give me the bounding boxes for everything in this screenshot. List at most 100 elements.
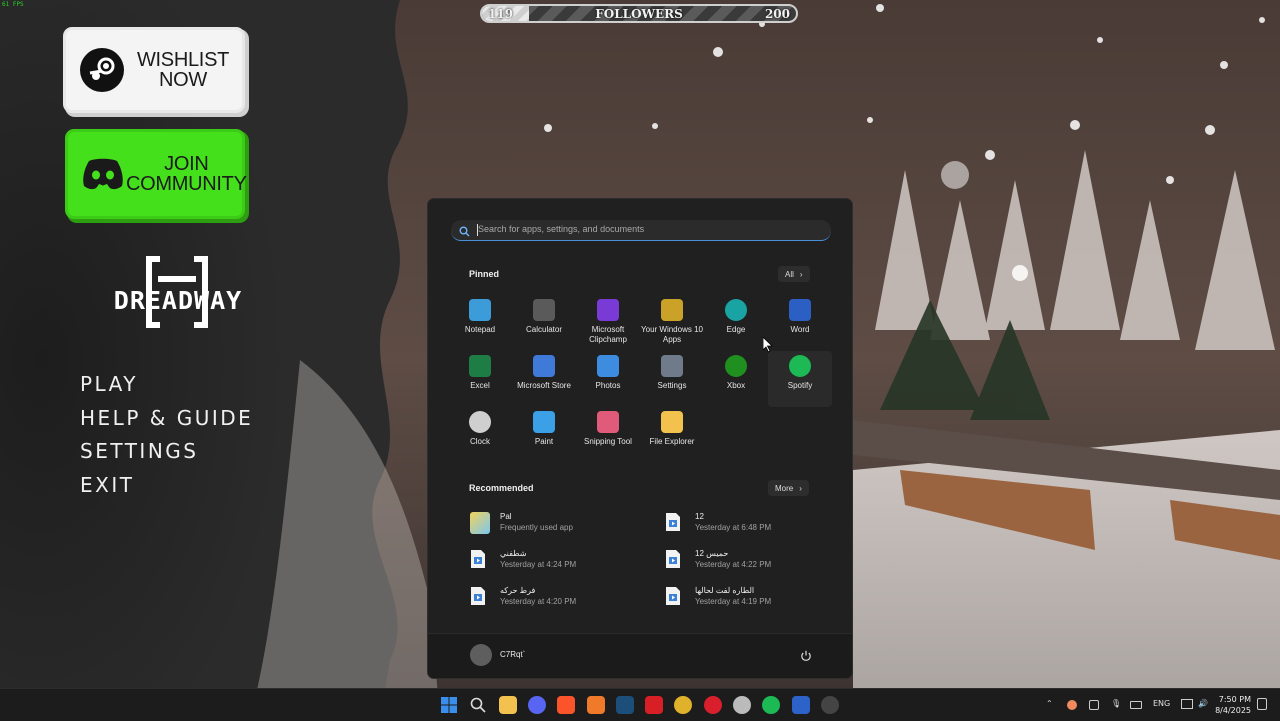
recommended-name: Pal	[500, 512, 512, 521]
all-apps-button[interactable]: All ›	[778, 266, 810, 282]
pinned-app-label: Settings	[657, 381, 687, 390]
more-button[interactable]: More ›	[768, 480, 809, 496]
pinned-app-clock[interactable]: Clock	[448, 407, 512, 463]
menu-settings[interactable]: SETTINGS	[80, 439, 253, 473]
pinned-app-paint[interactable]: Paint	[512, 407, 576, 463]
user-name[interactable]: C7Rqt`	[500, 650, 525, 659]
recommended-name: 12	[695, 512, 704, 521]
pinned-app-edge[interactable]: Edge	[704, 295, 768, 351]
pinned-app-excel[interactable]: Excel	[448, 351, 512, 407]
volume-icon[interactable]: 🔊	[1198, 699, 1208, 708]
pinned-app-snipping-tool[interactable]: Snipping Tool	[576, 407, 640, 463]
video-file-icon	[470, 549, 490, 571]
start-menu: Search for apps, settings, and documents…	[427, 198, 853, 679]
clock-time: 7:50 PM	[1218, 695, 1251, 704]
notepad-icon	[469, 299, 491, 321]
video-file-icon	[665, 586, 685, 608]
keyboard-icon[interactable]	[1130, 701, 1142, 709]
recommended-item[interactable]: حميس 12 Yesterday at 4:22 PM	[665, 547, 845, 573]
recommended-item[interactable]: الطاره لفت لحالها Yesterday at 4:19 PM	[665, 584, 845, 610]
game-icon[interactable]	[820, 696, 839, 714]
store-icon	[533, 355, 555, 377]
app-a-icon[interactable]	[586, 696, 605, 714]
taskbar-clock[interactable]: 7:50 PM 8/4/2025	[1215, 694, 1251, 716]
pinned-app-settings[interactable]: Settings	[640, 351, 704, 407]
pinned-app-your-windows-10-apps[interactable]: Your Windows 10 Apps	[640, 295, 704, 351]
clock-icon	[469, 411, 491, 433]
pinned-app-photos[interactable]: Photos	[576, 351, 640, 407]
settings-icon	[661, 355, 683, 377]
pinned-app-xbox[interactable]: Xbox	[704, 351, 768, 407]
game-logo: DREADWAY	[78, 256, 278, 330]
recommended-item[interactable]: شطفني Yesterday at 4:24 PM	[470, 547, 650, 573]
recommended-time: Yesterday at 4:19 PM	[695, 597, 772, 606]
spotify-icon[interactable]	[762, 696, 781, 714]
chevron-up-icon[interactable]: ⌃	[1046, 699, 1053, 708]
opera-icon[interactable]	[703, 696, 722, 714]
followers-label: FOLLOWERS	[595, 7, 683, 21]
mouse-cursor-icon	[762, 336, 773, 357]
steam-icon[interactable]	[615, 696, 634, 714]
recommended-name: شطفني	[500, 549, 527, 558]
search-placeholder: Search for apps, settings, and documents	[478, 224, 645, 234]
pinned-app-label: Snipping Tool	[584, 437, 632, 446]
search-icon[interactable]	[469, 696, 487, 714]
join-community-button[interactable]: JOIN COMMUNITY	[68, 132, 247, 216]
microphone-icon[interactable]: 🎙	[1111, 699, 1121, 708]
power-icon[interactable]	[800, 649, 812, 667]
menu-play[interactable]: PLAY	[80, 372, 253, 406]
wishlist-now-button[interactable]: WISHLIST NOW	[66, 30, 242, 110]
all-apps-label: All	[785, 269, 794, 279]
network-icon[interactable]	[1181, 699, 1193, 709]
recommended-item[interactable]: Pal Frequently used app	[470, 510, 650, 536]
recommended-item[interactable]: فرط حركه Yesterday at 4:20 PM	[470, 584, 650, 610]
menu-exit[interactable]: EXIT	[80, 473, 253, 507]
tray-app-icon[interactable]	[1067, 700, 1077, 710]
pinned-app-spotify[interactable]: Spotify	[768, 351, 832, 407]
followers-max: 200	[764, 7, 790, 21]
main-menu: PLAY HELP & GUIDE SETTINGS EXIT	[80, 372, 253, 506]
file-explorer-icon[interactable]	[498, 696, 517, 714]
pinned-app-label: Clock	[469, 437, 490, 446]
start-footer: C7Rqt`	[428, 633, 852, 678]
pinned-app-label: Word	[790, 325, 810, 334]
pinned-app-calculator[interactable]: Calculator	[512, 295, 576, 351]
pal-app-icon	[470, 512, 490, 534]
pinned-app-file-explorer[interactable]: File Explorer	[640, 407, 704, 463]
pinned-app-label: Spotify	[787, 381, 813, 390]
start-search-box[interactable]: Search for apps, settings, and documents	[451, 220, 831, 241]
pinned-app-label: Microsoft Clipchamp	[589, 325, 627, 344]
pinned-app-microsoft-clipchamp[interactable]: Microsoft Clipchamp	[576, 295, 640, 351]
photos-icon	[597, 355, 619, 377]
pinned-app-label: Notepad	[464, 325, 496, 334]
notification-icon[interactable]	[1257, 698, 1267, 710]
windows-start-icon[interactable]	[440, 696, 458, 714]
pinned-app-notepad[interactable]: Notepad	[448, 295, 512, 351]
recommended-name: الطاره لفت لحالها	[695, 586, 755, 595]
chevron-right-icon: ›	[799, 269, 803, 279]
xbox-game-bar-icon[interactable]	[733, 696, 751, 714]
xbox-icon	[725, 355, 747, 377]
pinned-app-label: Paint	[534, 437, 554, 446]
file-explorer-icon	[661, 411, 683, 433]
recommended-item[interactable]: 12 Yesterday at 6:48 PM	[665, 510, 845, 536]
recommended-time: Frequently used app	[500, 523, 573, 532]
netflix-icon[interactable]	[645, 696, 664, 714]
game-logo-text: DREADWAY	[113, 286, 243, 315]
language-indicator[interactable]: ENG	[1153, 699, 1170, 708]
chrome-icon[interactable]	[674, 696, 693, 714]
user-avatar[interactable]	[470, 644, 492, 666]
menu-help-guide[interactable]: HELP & GUIDE	[80, 406, 253, 440]
taskbar: ⌃ 🎙 ENG 🔊 7:50 PM 8/4/2025	[0, 688, 1280, 721]
edge-icon	[725, 299, 747, 321]
fps-counter: 61 FPS	[2, 1, 24, 8]
brave-icon[interactable]	[557, 696, 576, 714]
followers-progress-bar: 119 FOLLOWERS 200	[480, 4, 798, 23]
pinned-app-microsoft-store[interactable]: Microsoft Store	[512, 351, 576, 407]
recommended-time: Yesterday at 4:24 PM	[500, 560, 577, 569]
tablet-app-icon[interactable]	[791, 696, 810, 714]
pinned-app-word[interactable]: Word	[768, 295, 832, 351]
discord-icon[interactable]	[527, 696, 546, 714]
video-file-icon	[665, 512, 685, 534]
tray-app-2-icon[interactable]	[1089, 700, 1099, 710]
